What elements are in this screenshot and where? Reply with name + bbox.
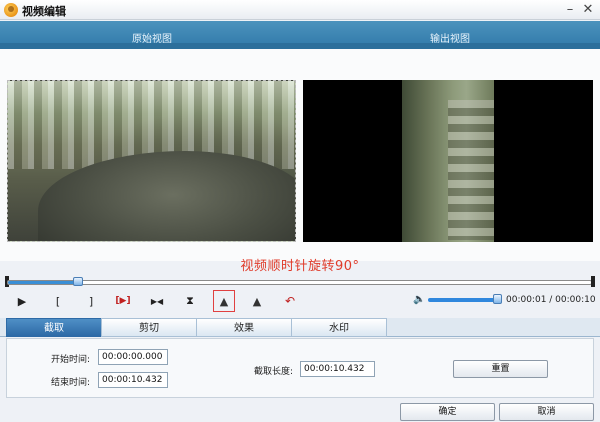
play-button[interactable]: ▶	[11, 290, 33, 312]
end-time-input[interactable]	[98, 372, 168, 388]
play-selection-button[interactable]: [▶]	[112, 290, 134, 312]
app-logo-icon	[4, 3, 18, 17]
rotated-frame-texture	[448, 100, 494, 240]
start-time-label: 开始时间:	[51, 355, 91, 365]
minimize-button[interactable]: –	[562, 2, 578, 18]
rotate-counterclockwise-button[interactable]: ▲	[246, 290, 268, 312]
original-view-label: 原始视图	[132, 34, 172, 45]
volume-slider[interactable]	[428, 298, 501, 302]
rotate-clockwise-button[interactable]: ▲	[213, 290, 235, 312]
bracket-left-icon: [	[55, 294, 61, 308]
tab-crop[interactable]: 剪切	[101, 318, 197, 337]
tab-watermark[interactable]: 水印	[291, 318, 387, 337]
tab-effects[interactable]: 效果	[196, 318, 292, 337]
ok-button[interactable]: 确定	[400, 403, 495, 421]
timeline-end-marker[interactable]	[591, 276, 595, 287]
play-icon: ▶	[17, 294, 27, 308]
trim-length-label: 截取长度:	[254, 367, 294, 377]
output-view-label: 输出视图	[430, 34, 470, 45]
skip-icon: ▶◀	[150, 296, 164, 306]
set-end-button[interactable]: ]	[80, 290, 102, 312]
undo-icon: ↶	[284, 294, 296, 308]
close-button[interactable]: ✕	[580, 2, 596, 18]
timeline-handle[interactable]	[73, 277, 83, 286]
cancel-button[interactable]: 取消	[499, 403, 594, 421]
play-selection-icon: [▶]	[115, 296, 131, 306]
reset-button[interactable]: 重置	[453, 360, 548, 378]
window-title: 视频编辑	[22, 5, 66, 18]
end-time-label: 结束时间:	[51, 378, 91, 388]
time-readout: 00:00:01 / 00:00:10	[506, 295, 596, 305]
set-start-button[interactable]: [	[47, 290, 69, 312]
rotate-counterclockwise-icon: ▲	[252, 294, 262, 308]
output-video-preview	[303, 80, 593, 242]
flip-vertical-button[interactable]: ⧗	[179, 290, 201, 312]
start-time-input[interactable]	[98, 349, 168, 365]
timeline-progress	[8, 281, 78, 284]
timeline-track[interactable]	[7, 280, 592, 285]
status-message: 视频顺时针旋转90°	[240, 259, 360, 274]
undo-rotation-button[interactable]: ↶	[279, 290, 301, 312]
go-to-position-button[interactable]: ▶◀	[146, 290, 168, 312]
title-bar	[0, 0, 600, 20]
flip-vertical-icon: ⧗	[186, 294, 194, 307]
trim-length-input[interactable]	[300, 361, 375, 377]
bracket-right-icon: ]	[88, 294, 94, 308]
volume-icon[interactable]: 🔈	[413, 295, 425, 305]
tab-trim[interactable]: 截取	[6, 318, 102, 337]
volume-handle[interactable]	[493, 294, 502, 304]
original-video-preview[interactable]	[7, 80, 296, 242]
rotate-clockwise-icon: ▲	[219, 294, 229, 308]
